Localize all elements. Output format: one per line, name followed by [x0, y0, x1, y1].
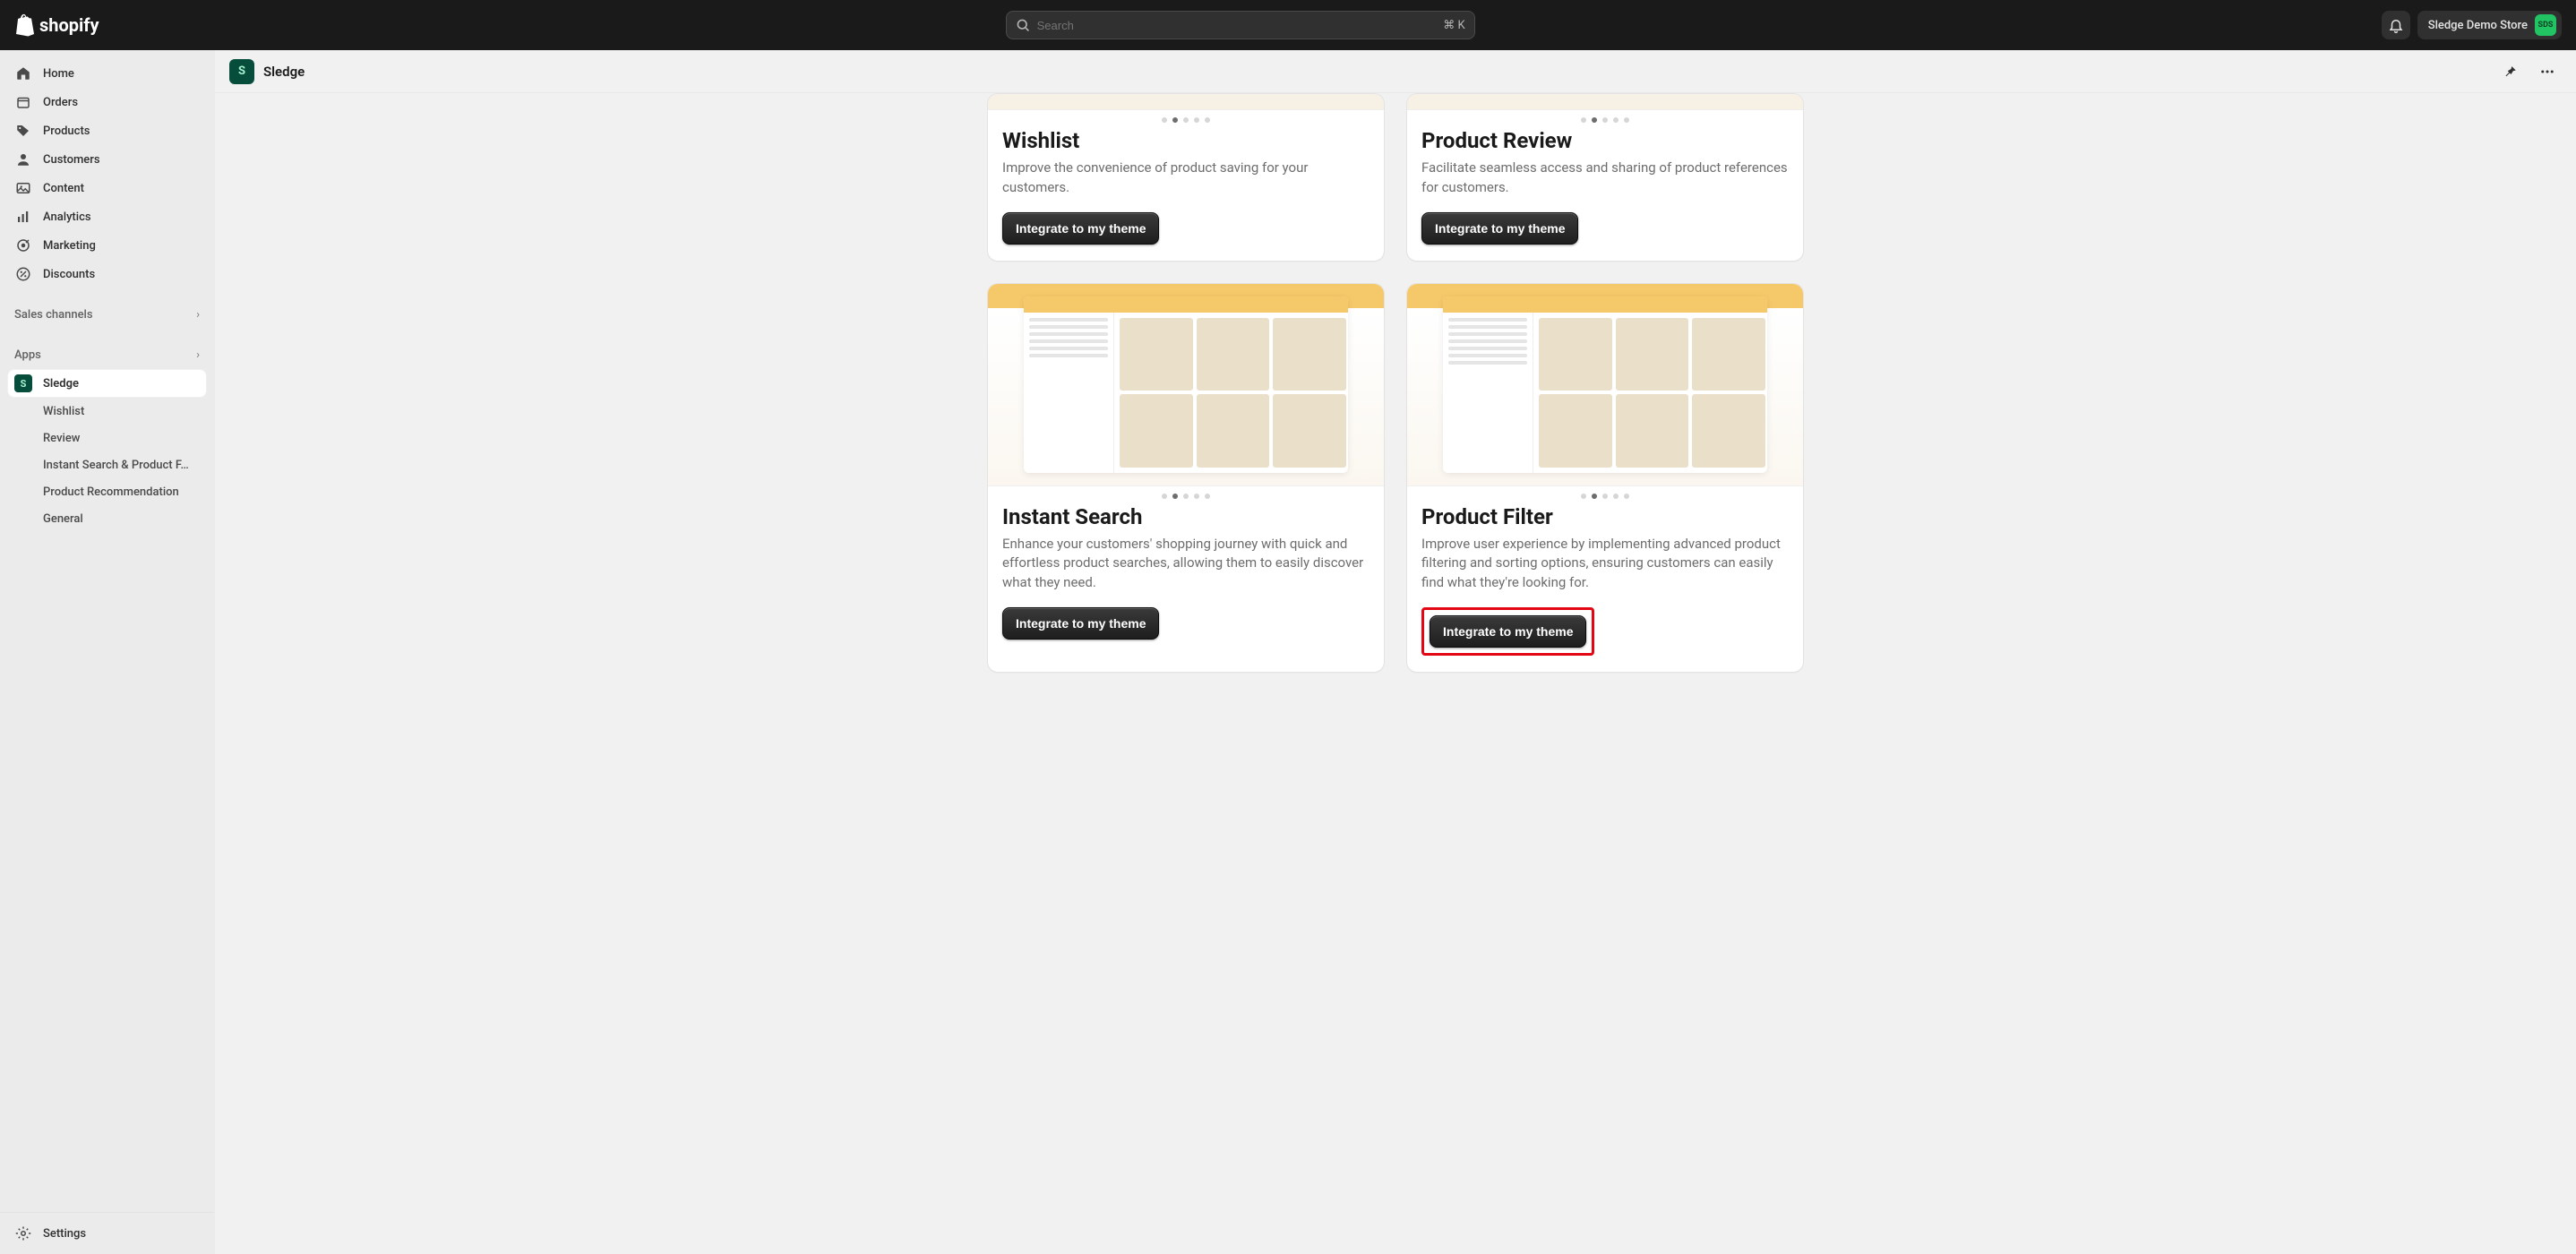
nav-customers[interactable]: Customers	[7, 145, 207, 174]
carousel-dots[interactable]	[1407, 486, 1803, 501]
topbar: shopify ⌘ K Sledge Demo Store SDS	[0, 0, 2576, 50]
user-icon	[14, 150, 32, 168]
target-icon	[14, 236, 32, 254]
nav-analytics[interactable]: Analytics	[7, 202, 207, 231]
card-description: Improve the convenience of product savin…	[1002, 159, 1370, 198]
store-name: Sledge Demo Store	[2428, 19, 2528, 32]
sub-general[interactable]: General	[7, 505, 207, 532]
chevron-right-icon: ›	[196, 348, 200, 362]
search-input[interactable]	[1037, 19, 1437, 32]
carousel-dots[interactable]	[988, 110, 1384, 125]
card-title: Product Filter	[1421, 504, 1789, 529]
content-area: Wishlist Improve the convenience of prod…	[215, 93, 2576, 1254]
card-preview	[988, 284, 1384, 486]
sub-review[interactable]: Review	[7, 425, 207, 451]
nav-marketing[interactable]: Marketing	[7, 231, 207, 260]
sub-instant-search[interactable]: Instant Search & Product F…	[7, 451, 207, 478]
sidebar-app-sledge[interactable]: S Sledge	[7, 369, 207, 398]
notifications-button[interactable]	[2382, 11, 2410, 39]
gear-icon	[14, 1224, 32, 1242]
more-horizontal-icon	[2539, 64, 2555, 80]
search-icon	[1016, 18, 1030, 32]
integrate-button-wishlist[interactable]: Integrate to my theme	[1002, 212, 1159, 245]
tag-icon	[14, 122, 32, 140]
annotation-highlight: Integrate to my theme	[1421, 607, 1594, 656]
apps-section[interactable]: Apps ›	[7, 341, 207, 369]
chart-icon	[14, 208, 32, 226]
integrate-button-product-filter[interactable]: Integrate to my theme	[1430, 615, 1586, 648]
page-app-icon: S	[229, 59, 254, 84]
home-icon	[14, 64, 32, 82]
nav-products[interactable]: Products	[7, 116, 207, 145]
nav-orders[interactable]: Orders	[7, 88, 207, 116]
image-icon	[14, 179, 32, 197]
pin-icon	[2502, 64, 2518, 80]
avatar: SDS	[2535, 14, 2556, 36]
nav-home[interactable]: Home	[7, 59, 207, 88]
page-title: Sledge	[263, 64, 305, 80]
nav-content[interactable]: Content	[7, 174, 207, 202]
carousel-dots[interactable]	[988, 486, 1384, 501]
percent-icon	[14, 265, 32, 283]
carousel-dots[interactable]	[1407, 110, 1803, 125]
card-description: Facilitate seamless access and sharing o…	[1421, 159, 1789, 198]
card-title: Instant Search	[1002, 504, 1370, 529]
card-title: Product Review	[1421, 128, 1789, 153]
card-instant-search: Instant Search Enhance your customers' s…	[987, 283, 1385, 673]
sub-wishlist[interactable]: Wishlist	[7, 398, 207, 425]
global-search[interactable]: ⌘ K	[1006, 11, 1475, 39]
card-title: Wishlist	[1002, 128, 1370, 153]
brand-name: shopify	[39, 14, 99, 36]
card-description: Improve user experience by implementing …	[1421, 535, 1789, 593]
chevron-right-icon: ›	[196, 308, 200, 322]
sidebar: Home Orders Products Customers Content A…	[0, 50, 215, 1254]
sub-product-recommendation[interactable]: Product Recommendation	[7, 478, 207, 505]
bell-icon	[2388, 17, 2404, 33]
store-switcher[interactable]: Sledge Demo Store SDS	[2417, 11, 2562, 39]
more-button[interactable]	[2533, 57, 2562, 86]
card-preview	[1407, 284, 1803, 486]
orders-icon	[14, 93, 32, 111]
integrate-button-product-review[interactable]: Integrate to my theme	[1421, 212, 1578, 245]
integrate-button-instant-search[interactable]: Integrate to my theme	[1002, 607, 1159, 640]
card-preview	[1407, 94, 1803, 110]
card-wishlist: Wishlist Improve the convenience of prod…	[987, 93, 1385, 262]
nav-discounts[interactable]: Discounts	[7, 260, 207, 288]
shopify-bag-icon	[14, 13, 36, 37]
card-description: Enhance your customers' shopping journey…	[1002, 535, 1370, 593]
pin-button[interactable]	[2495, 57, 2524, 86]
search-shortcut: ⌘ K	[1443, 19, 1464, 32]
sales-channels-section[interactable]: Sales channels ›	[7, 301, 207, 329]
sledge-app-icon: S	[14, 374, 32, 392]
card-product-review: Product Review Facilitate seamless acces…	[1406, 93, 1804, 262]
page-header: S Sledge	[215, 50, 2576, 93]
nav-settings[interactable]: Settings	[7, 1218, 207, 1249]
card-preview	[988, 94, 1384, 110]
card-product-filter: Product Filter Improve user experience b…	[1406, 283, 1804, 673]
shopify-logo[interactable]: shopify	[14, 13, 99, 37]
